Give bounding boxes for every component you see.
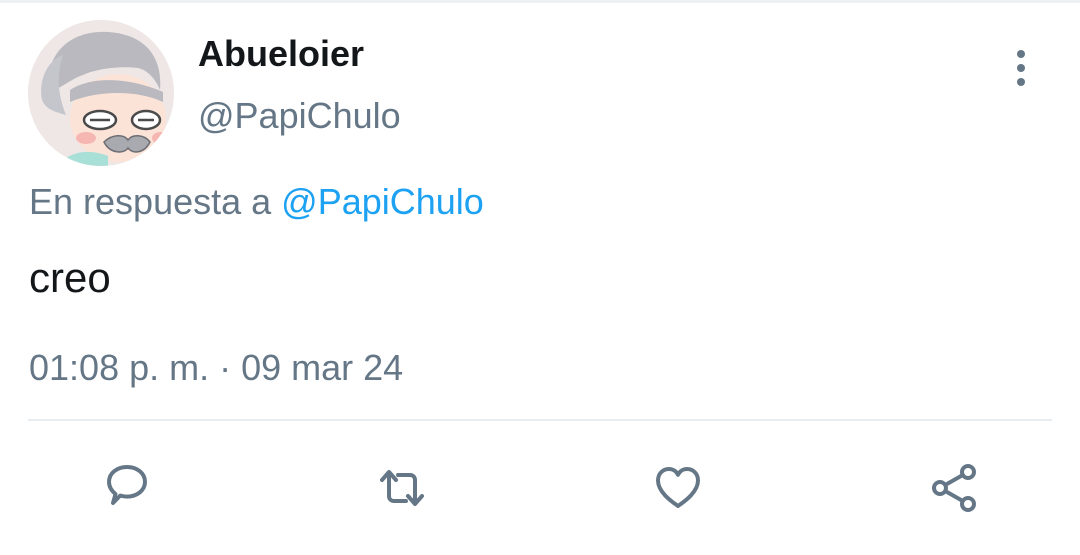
heart-icon — [656, 467, 700, 508]
user-handle[interactable]: @PapiChulo — [198, 96, 401, 136]
more-options-button[interactable] — [1002, 44, 1040, 92]
tweet-timestamp[interactable]: 01:08 p. m. · 09 mar 24 — [29, 347, 403, 389]
reply-context: En respuesta a @PapiChulo — [29, 181, 484, 223]
share-button[interactable] — [924, 458, 984, 518]
tweet-detail: Abueloier @PapiChulo En respuesta a @Pap… — [0, 0, 1080, 555]
retweet-icon — [380, 470, 424, 506]
avatar[interactable] — [28, 20, 174, 166]
reply-prefix: En respuesta a — [29, 181, 272, 222]
reply-button[interactable] — [97, 458, 157, 518]
more-vertical-icon — [1017, 50, 1025, 86]
top-divider — [0, 0, 1080, 3]
display-name[interactable]: Abueloier — [198, 34, 364, 74]
reply-mention-link[interactable]: @PapiChulo — [281, 181, 484, 222]
reply-icon — [107, 465, 147, 505]
like-button[interactable] — [648, 458, 708, 518]
actions-divider — [28, 419, 1052, 421]
retweet-button[interactable] — [372, 458, 432, 518]
avatar-image — [28, 20, 174, 166]
share-icon — [932, 464, 976, 512]
tweet-text: creo — [29, 254, 111, 301]
